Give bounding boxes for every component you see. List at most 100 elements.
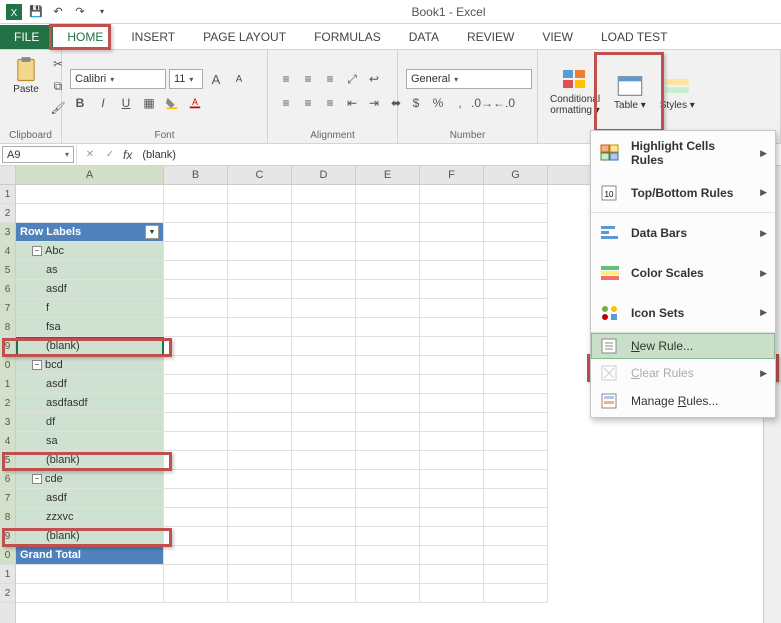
cell[interactable] [484, 185, 548, 204]
enter-icon[interactable]: ✓ [103, 145, 117, 165]
menu-item-manage-rules[interactable]: Manage Rules... [591, 387, 775, 415]
cell[interactable] [420, 204, 484, 223]
row-header[interactable]: 3 [0, 223, 15, 242]
cell[interactable] [16, 204, 164, 223]
cell[interactable] [228, 337, 292, 356]
cell[interactable] [164, 204, 228, 223]
cell[interactable]: (blank) [16, 337, 164, 356]
cell[interactable]: fsa [16, 318, 164, 337]
cell[interactable] [292, 337, 356, 356]
cell[interactable] [228, 223, 292, 242]
cell[interactable] [420, 527, 484, 546]
cell[interactable] [292, 394, 356, 413]
cell[interactable] [228, 546, 292, 565]
bold-button[interactable]: B [70, 93, 90, 113]
cell[interactable] [420, 565, 484, 584]
cell[interactable] [16, 584, 164, 603]
cell[interactable]: (blank) [16, 527, 164, 546]
row-header[interactable]: 2 [0, 204, 15, 223]
cell[interactable] [228, 584, 292, 603]
row-header[interactable]: 7 [0, 299, 15, 318]
menu-item-new-rule[interactable]: New Rule... [591, 333, 775, 359]
cell[interactable] [356, 527, 420, 546]
cell[interactable] [356, 546, 420, 565]
cell[interactable] [420, 546, 484, 565]
cell[interactable] [228, 204, 292, 223]
font-color-icon[interactable]: A [185, 93, 205, 113]
cell[interactable] [484, 413, 548, 432]
row-header[interactable]: 6 [0, 470, 15, 489]
align-left-icon[interactable]: ≡ [276, 93, 296, 113]
cell[interactable] [228, 413, 292, 432]
cell[interactable] [164, 546, 228, 565]
cell[interactable] [164, 337, 228, 356]
cell[interactable] [356, 508, 420, 527]
cell[interactable] [228, 394, 292, 413]
cell[interactable] [164, 299, 228, 318]
cancel-icon[interactable]: ✕ [83, 145, 97, 165]
cell[interactable] [164, 565, 228, 584]
align-right-icon[interactable]: ≡ [320, 93, 340, 113]
cell[interactable] [484, 299, 548, 318]
cell[interactable] [356, 223, 420, 242]
column-header[interactable]: G [484, 166, 548, 184]
orientation-icon[interactable]: ⤢ [342, 69, 362, 89]
cell[interactable] [484, 451, 548, 470]
shrink-font-icon[interactable]: A [229, 69, 249, 89]
cell[interactable] [420, 261, 484, 280]
cell[interactable] [356, 432, 420, 451]
cell[interactable] [420, 432, 484, 451]
cell[interactable] [484, 223, 548, 242]
cell[interactable] [484, 546, 548, 565]
cell[interactable]: asdf [16, 375, 164, 394]
cell[interactable] [484, 489, 548, 508]
qat-customize-icon[interactable]: ▾ [94, 4, 110, 20]
tab-view[interactable]: VIEW [528, 25, 587, 49]
tab-home[interactable]: HOME [53, 25, 117, 49]
comma-icon[interactable]: , [450, 93, 470, 113]
cell[interactable] [420, 337, 484, 356]
cell[interactable] [420, 185, 484, 204]
align-center-icon[interactable]: ≡ [298, 93, 318, 113]
cell[interactable] [484, 565, 548, 584]
cell[interactable] [356, 394, 420, 413]
column-header[interactable]: B [164, 166, 228, 184]
cell[interactable]: asdf [16, 280, 164, 299]
percent-icon[interactable]: % [428, 93, 448, 113]
italic-button[interactable]: I [93, 93, 113, 113]
collapse-icon[interactable]: − [32, 246, 42, 256]
tab-file[interactable]: FILE [0, 25, 53, 49]
cell[interactable] [420, 356, 484, 375]
row-header[interactable]: 5 [0, 451, 15, 470]
menu-item-highlight-cells-rules[interactable]: Highlight Cells Rules▶ [591, 133, 775, 173]
cell[interactable] [484, 432, 548, 451]
row-header[interactable]: 8 [0, 508, 15, 527]
cell[interactable] [420, 508, 484, 527]
cell[interactable] [420, 470, 484, 489]
cell[interactable] [292, 489, 356, 508]
cell[interactable]: df [16, 413, 164, 432]
cell[interactable] [420, 584, 484, 603]
cell[interactable] [228, 470, 292, 489]
cell[interactable] [356, 356, 420, 375]
cell[interactable] [356, 413, 420, 432]
cell[interactable] [420, 299, 484, 318]
cell[interactable] [356, 299, 420, 318]
cell[interactable] [356, 451, 420, 470]
cell[interactable] [420, 280, 484, 299]
align-bottom-icon[interactable]: ≡ [320, 69, 340, 89]
row-header[interactable]: 1 [0, 565, 15, 584]
cell[interactable] [292, 432, 356, 451]
cell[interactable] [292, 261, 356, 280]
cell[interactable] [292, 204, 356, 223]
cell[interactable] [228, 508, 292, 527]
tab-review[interactable]: REVIEW [453, 25, 528, 49]
borders-icon[interactable]: ▦ [139, 93, 159, 113]
cell[interactable] [164, 185, 228, 204]
cell[interactable]: as [16, 261, 164, 280]
cell[interactable] [356, 185, 420, 204]
row-header[interactable]: 5 [0, 261, 15, 280]
format-as-table-button[interactable]: Table ▾ [610, 70, 650, 113]
cell[interactable]: f [16, 299, 164, 318]
font-size-combo[interactable]: 11▾ [169, 69, 203, 89]
